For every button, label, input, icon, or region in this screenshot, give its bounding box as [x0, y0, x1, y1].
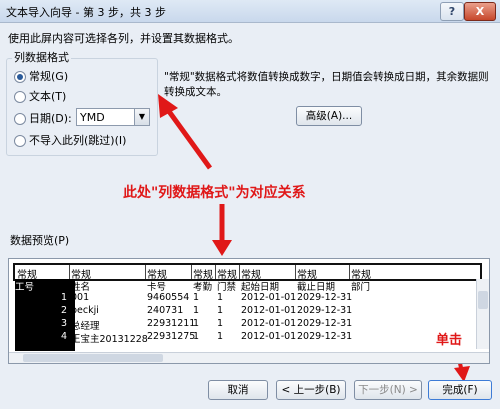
date-format-select[interactable]: YMD ▼: [76, 108, 150, 126]
date-format-value: YMD: [80, 111, 105, 124]
title-bar: 文本导入向导 - 第 3 步，共 3 步 ? X: [0, 0, 500, 23]
radio-skip[interactable]: 不导入此列(跳过)(I): [14, 132, 126, 148]
preview-cell: 1: [193, 331, 200, 342]
radio-general-label: 常规(G): [29, 70, 69, 83]
preview-cell: 2012-01-01: [241, 318, 297, 329]
preview-cell: 1: [217, 331, 224, 342]
chevron-down-icon[interactable]: ▼: [134, 109, 149, 125]
preview-cell: 2029-12-31: [297, 331, 353, 342]
preview-cell: 2012-01-01: [241, 305, 297, 316]
preview-cell: 姓名: [71, 282, 91, 293]
preview-cell: 4: [61, 331, 68, 342]
preview-cell: beckji: [71, 305, 99, 316]
column-divider: [295, 265, 296, 279]
preview-cell: 001: [71, 292, 90, 303]
vertical-scrollbar[interactable]: [476, 279, 489, 349]
advanced-button[interactable]: 高级(A)...: [296, 106, 362, 126]
annotation-arrow-down: [212, 204, 232, 256]
column-divider: [349, 265, 350, 279]
radio-date-indicator[interactable]: [14, 113, 26, 125]
help-button[interactable]: ?: [440, 2, 464, 21]
radio-text-indicator[interactable]: [14, 91, 26, 103]
annotation-text: 此处"列数据格式"为对应关系: [123, 185, 306, 201]
column-divider: [69, 265, 70, 279]
preview-cell: 1: [61, 292, 68, 303]
preview-cell: 部门: [351, 282, 371, 293]
column-divider: [215, 265, 216, 279]
preview-cell: 240731: [147, 305, 184, 316]
column-divider: [239, 265, 240, 279]
preview-cell: 2012-01-01: [241, 292, 297, 303]
preview-cell: 1: [217, 292, 224, 303]
preview-cell: 22931211: [147, 318, 196, 329]
preview-cell: 门禁: [217, 282, 237, 293]
preview-cell: 考勤: [193, 282, 213, 293]
preview-cell: 起始日期: [241, 282, 280, 293]
preview-cell: 9460554: [147, 292, 190, 303]
preview-cell: 1: [193, 292, 200, 303]
radio-general[interactable]: 常规(G): [14, 68, 68, 84]
preview-cell: 2029-12-31: [297, 318, 353, 329]
column-divider: [145, 265, 146, 279]
preview-cell: 1: [193, 305, 200, 316]
preview-cell: 2: [61, 305, 68, 316]
horizontal-scroll-thumb[interactable]: [23, 354, 163, 362]
annotation-arrow-up: [158, 94, 213, 170]
column-divider: [191, 265, 192, 279]
preview-cell: 截止日期: [297, 282, 336, 293]
vertical-scroll-thumb[interactable]: [478, 291, 488, 309]
preview-cell: 1: [217, 318, 224, 329]
close-button[interactable]: X: [464, 2, 496, 21]
finish-button[interactable]: 完成(F): [428, 380, 492, 400]
next-button[interactable]: 下一步(N) >: [354, 380, 422, 400]
preview-cell: 22931275: [147, 331, 196, 342]
radio-text[interactable]: 文本(T): [14, 88, 66, 104]
radio-skip-label: 不导入此列(跳过)(I): [29, 134, 127, 147]
radio-text-label: 文本(T): [29, 90, 67, 103]
column-format-title: 列数据格式: [12, 49, 71, 65]
radio-date-label: 日期(D):: [29, 112, 72, 125]
cancel-button[interactable]: 取消: [208, 380, 268, 400]
horizontal-scrollbar[interactable]: [9, 352, 489, 363]
annotation-click-label: 单击: [436, 333, 463, 348]
preview-cell: 1: [217, 305, 224, 316]
preview-label: 数据预览(P): [10, 234, 70, 247]
preview-cell: 工号: [15, 282, 35, 293]
radio-skip-indicator[interactable]: [14, 135, 26, 147]
format-description: "常规"数据格式将数值转换成数字，日期值会转换成日期，其余数据则转换成文本。: [164, 71, 489, 98]
instruction-text: 使用此屏内容可选择各列，并设置其数据格式。: [8, 32, 239, 45]
back-button[interactable]: < 上一步(B): [276, 380, 346, 400]
radio-date[interactable]: 日期(D):: [14, 110, 72, 126]
preview-cell: 1: [193, 318, 200, 329]
preview-cell: 总经理: [71, 321, 100, 332]
data-preview[interactable]: 常规 常规 常规 常规 常规 常规 常规 常规 工号 姓名 卡号 考勤 门禁 起…: [8, 258, 490, 364]
preview-cell: 3: [61, 318, 68, 329]
radio-general-indicator[interactable]: [14, 71, 26, 83]
preview-cell: 2029-12-31: [297, 305, 353, 316]
preview-cell: 卡号: [147, 282, 167, 293]
window-title: 文本导入向导 - 第 3 步，共 3 步: [6, 6, 166, 19]
preview-cell: 王宝主20131228: [71, 334, 148, 345]
preview-cell: 2012-01-01: [241, 331, 297, 342]
preview-cell: 2029-12-31: [297, 292, 353, 303]
